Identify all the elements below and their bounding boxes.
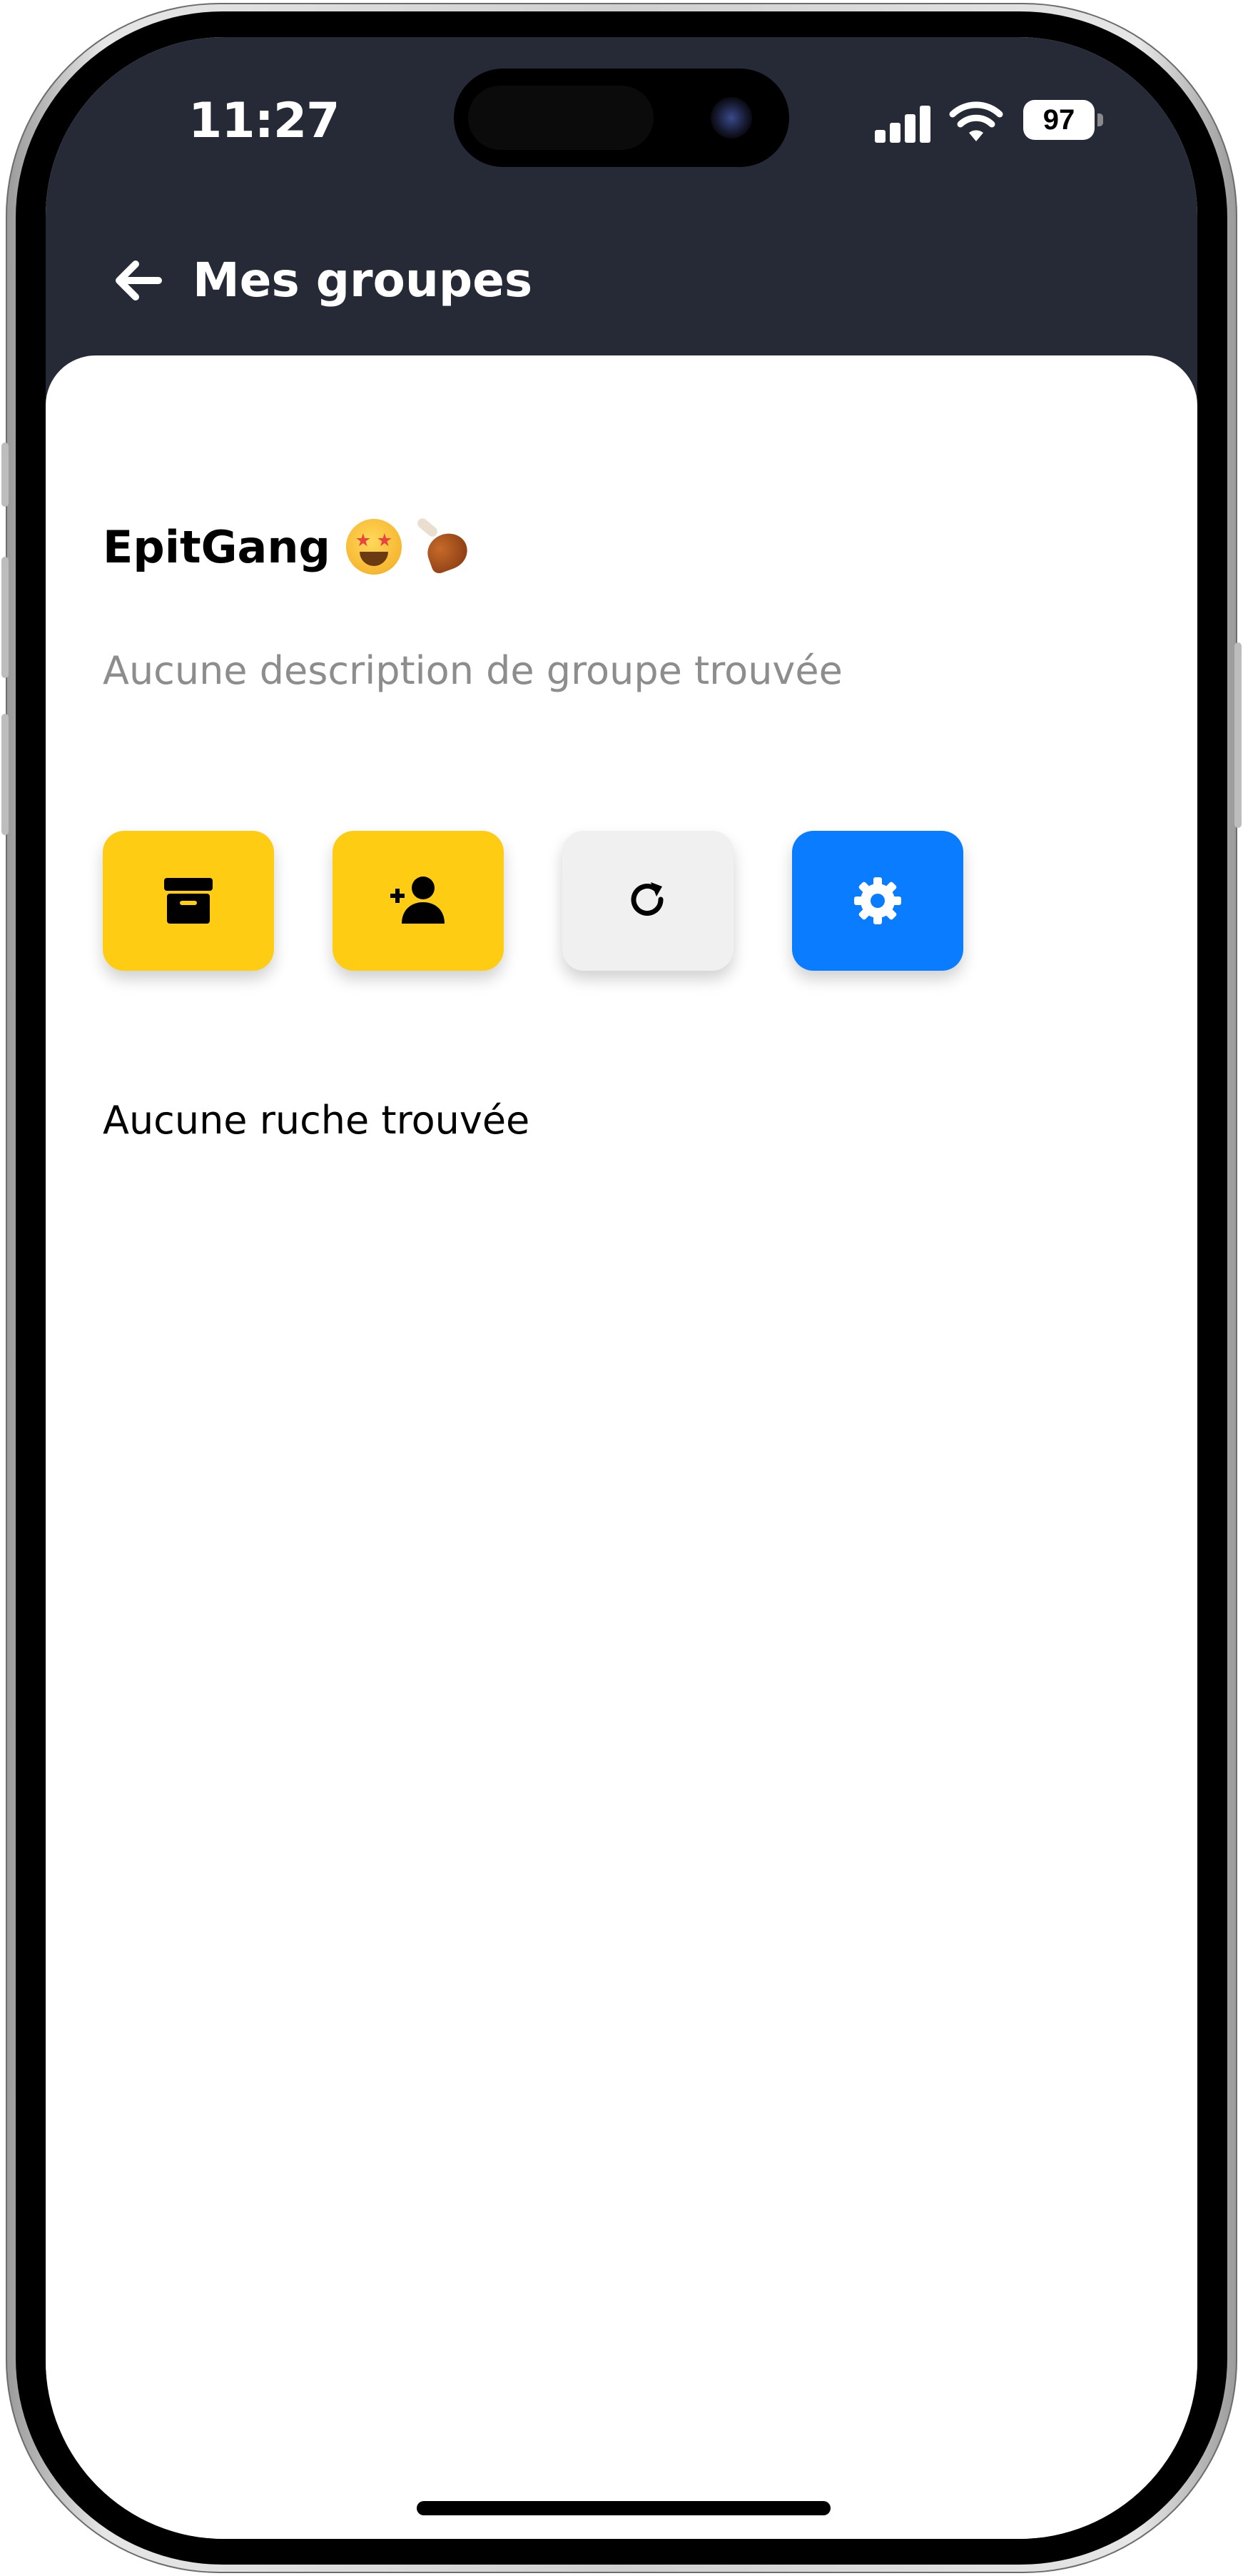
add-user-button[interactable]: [333, 831, 504, 971]
empty-hives-message: Aucune ruche trouvée: [103, 1098, 530, 1143]
page-title: Mes groupes: [193, 253, 533, 308]
archive-button[interactable]: [103, 831, 274, 971]
refresh-icon: [631, 882, 664, 916]
group-title: EpitGang: [103, 516, 472, 576]
group-name: EpitGang: [103, 520, 330, 573]
side-button-right: [1234, 642, 1242, 828]
archive-icon: [164, 878, 213, 924]
screen: 11:27 97 Mes groupes EpitGang Aucune des…: [46, 37, 1197, 2539]
group-content: EpitGang Aucune description de groupe tr…: [46, 355, 1197, 2539]
refresh-button[interactable]: [562, 831, 734, 971]
side-button-left: [1, 443, 9, 507]
signal-icon: [875, 103, 932, 143]
battery-level: 97: [1023, 100, 1095, 140]
gear-icon: [854, 877, 901, 924]
side-button-left: [1, 557, 9, 678]
battery-tip: [1097, 113, 1103, 126]
status-time: 11:27: [188, 93, 340, 149]
star-struck-emoji-icon: [345, 519, 402, 575]
settings-button[interactable]: [792, 831, 963, 971]
home-indicator[interactable]: [417, 2501, 831, 2515]
poultry-leg-emoji-icon: [413, 516, 472, 576]
arrow-left-icon[interactable]: [108, 251, 167, 310]
dynamic-island: [454, 69, 789, 167]
island-sensor: [468, 86, 654, 150]
side-button-left: [1, 714, 9, 835]
wifi-icon: [949, 101, 1003, 141]
add-user-icon: [390, 877, 445, 924]
camera-lens: [711, 97, 752, 138]
battery-icon: 97: [1023, 100, 1103, 143]
group-description: Aucune description de groupe trouvée: [103, 648, 843, 693]
